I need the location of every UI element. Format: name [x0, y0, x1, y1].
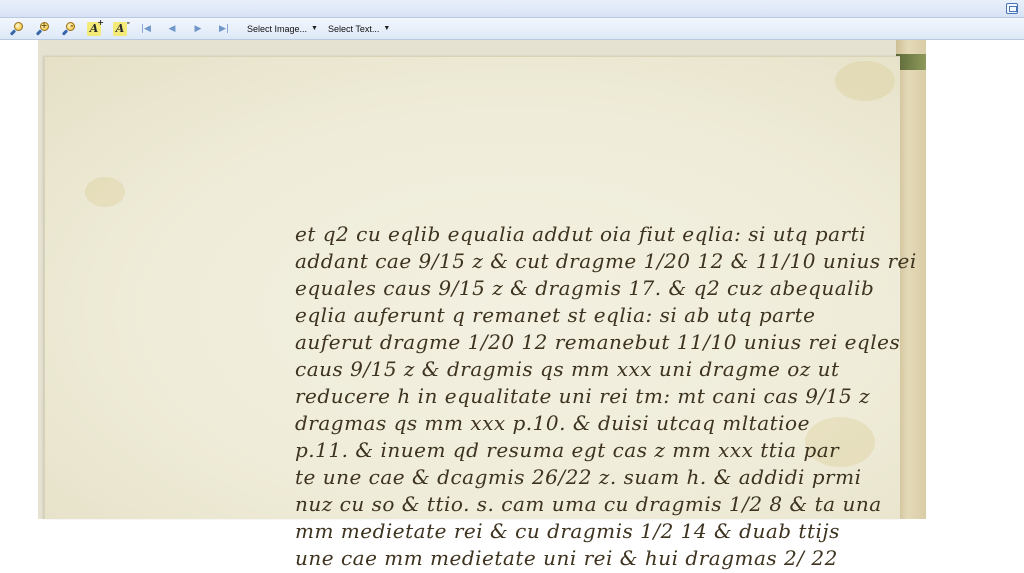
prev-page-button[interactable]: ◀	[159, 19, 185, 39]
first-page-icon: |◀	[141, 23, 151, 34]
manuscript-line: caus 9/15 z & dragmis qs mm xxx uni drag…	[295, 357, 840, 381]
zoom-fit-icon	[9, 22, 23, 36]
manuscript-line: et q2 cu eqlib equalia addut oia fiut eq…	[295, 222, 867, 246]
zoom-in-icon: +	[35, 21, 49, 36]
manuscript-line: reducere h in equalitate uni rei tm: mt …	[295, 384, 871, 408]
font-smaller-button[interactable]: A-	[107, 18, 133, 39]
select-image-label: Select Image...	[247, 23, 308, 34]
manuscript-page: et q2 cu eqlib equalia addut oia fiut eq…	[44, 56, 916, 570]
manuscript-line: p.11. & inuem qd resuma egt cas z mm xxx…	[295, 438, 840, 462]
manuscript-line: une cae mm medietate uni rei & hui dragm…	[295, 546, 838, 570]
first-page-button[interactable]: |◀	[133, 19, 159, 39]
restore-window-icon[interactable]	[1006, 3, 1018, 14]
window-titlebar	[0, 0, 1024, 18]
last-page-icon: ▶|	[219, 23, 229, 34]
manuscript-line: auferut dragme 1/20 12 remanebut 11/10 u…	[295, 330, 901, 354]
chevron-down-icon: ▼	[383, 25, 391, 32]
manuscript-line: eqlia auferunt q remanet st eqlia: si ab…	[295, 303, 816, 327]
zoom-fit-button[interactable]	[3, 19, 29, 39]
manuscript-line: te une cae & dcagmis 26/22 z. suam h. & …	[295, 465, 862, 489]
manuscript-text: et q2 cu eqlib equalia addut oia fiut eq…	[295, 222, 917, 573]
select-image-dropdown[interactable]: Select Image... ▼	[247, 19, 318, 39]
manuscript-line: equales caus 9/15 z & dragmis 17. & q2 c…	[295, 276, 875, 300]
next-page-icon: ▶	[194, 23, 202, 34]
manuscript-line: dragmas qs mm xxx p.10. & duisi utcaq ml…	[295, 411, 810, 435]
font-smaller-icon: A-	[113, 18, 130, 36]
book-spine	[896, 40, 926, 519]
font-larger-button[interactable]: A +	[81, 18, 107, 39]
viewer-toolbar: + - A + A- |◀ ◀ ▶ ▶| Select Image... ▼ Se…	[0, 18, 1024, 40]
image-viewport[interactable]: et q2 cu eqlib equalia addut oia fiut eq…	[0, 40, 1024, 570]
zoom-out-icon: -	[61, 21, 75, 36]
zoom-out-button[interactable]: -	[55, 19, 81, 39]
next-page-button[interactable]: ▶	[185, 19, 211, 39]
last-page-button[interactable]: ▶|	[211, 19, 237, 39]
chevron-down-icon: ▼	[311, 25, 318, 32]
select-text-label: Select Text...	[327, 23, 380, 34]
manuscript-line: mm medietate rei & cu dragmis 1/2 14 & d…	[295, 519, 840, 543]
font-larger-icon: A +	[87, 18, 104, 36]
zoom-in-button[interactable]: +	[29, 19, 55, 39]
manuscript-line: nuz cu so & ttio. s. cam uma cu dragmis …	[295, 492, 882, 516]
select-text-dropdown[interactable]: Select Text... ▼	[328, 19, 390, 39]
manuscript-line: addant cae 9/15 z & cut dragme 1/20 12 &…	[295, 249, 917, 273]
book-spine-edge	[896, 54, 926, 70]
prev-page-icon: ◀	[168, 23, 176, 34]
